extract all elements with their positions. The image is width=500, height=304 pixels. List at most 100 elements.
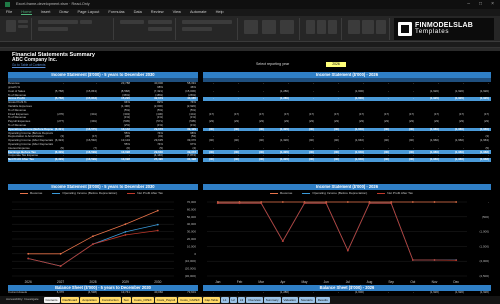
cell-styles-button[interactable] [280, 20, 294, 34]
number-format-select[interactable] [182, 20, 232, 24]
close-icon[interactable]: × [491, 1, 494, 8]
cell-value[interactable]: (1,968) [478, 158, 489, 161]
wrap-text-button[interactable] [148, 20, 172, 24]
cell-value[interactable]: (1,280) [278, 291, 289, 294]
sheet-tab-valuation[interactable]: Valuation [281, 297, 298, 303]
cell-value[interactable]: (1,920) [428, 291, 439, 294]
menu-review[interactable]: Review [151, 10, 164, 15]
sheet-tab-costs-capex[interactable]: Costs_CAPEX [178, 297, 202, 303]
menu-formulas[interactable]: Formulas [108, 10, 124, 15]
cell-value[interactable]: 13,741 [119, 291, 130, 294]
table-row: Current Assets 6,376 (4,538) 13,741 40,060 73… [8, 291, 198, 295]
sheet-tab-contents[interactable]: Contents [43, 297, 60, 303]
format-as-table-button[interactable] [262, 20, 276, 34]
sheet-tab-overview[interactable]: Overview [246, 297, 263, 303]
font-size-select[interactable] [80, 20, 92, 24]
cell-value[interactable]: (40) [228, 158, 239, 161]
menu-view[interactable]: View [173, 10, 181, 15]
sort-filter-button[interactable] [348, 20, 360, 34]
menu-file[interactable]: File [6, 10, 12, 15]
cell-value[interactable]: (40) [378, 158, 389, 161]
maximize-icon[interactable]: □ [479, 1, 482, 8]
y-tick-label: (20,000) [185, 267, 196, 271]
menu-draw[interactable]: Draw [59, 10, 68, 15]
insert-cells-button[interactable] [306, 20, 315, 34]
cell-value[interactable]: (4,538) [86, 291, 97, 294]
sheet-tab-costs-opex[interactable]: Costs_OPEX [131, 297, 154, 303]
cell-value[interactable]: - [203, 291, 214, 294]
data-point [455, 259, 458, 262]
font-family-select[interactable] [38, 20, 78, 24]
cell-value[interactable]: - [378, 291, 389, 294]
number-format-buttons[interactable] [182, 27, 212, 31]
row-values: 6,376 (4,538) 13,741 40,060 73,601 [53, 291, 198, 294]
cell-value[interactable]: - [328, 291, 339, 294]
menu-home[interactable]: Home [21, 9, 32, 16]
sheet-tab-acquisition[interactable]: Acquisition [80, 297, 99, 303]
sheet-tab-construction[interactable]: Construction [99, 297, 121, 303]
y-tick-label: (10,000) [185, 259, 196, 263]
data-point [411, 201, 414, 203]
sheet-tab-l1[interactable]: L1 [221, 297, 229, 303]
x-tick-label: 2028 [89, 280, 96, 284]
cell-value[interactable]: (40) [203, 158, 214, 161]
sheet-tab-costs-payroll[interactable]: Costs_Payroll [154, 297, 178, 303]
format-cells-button[interactable] [328, 20, 337, 34]
add-ins-button[interactable] [376, 20, 386, 34]
cell-value[interactable]: - [228, 291, 239, 294]
cell-value[interactable]: 25,490 [152, 158, 163, 161]
cell-value[interactable]: (1,600) [353, 291, 364, 294]
cell-value[interactable]: - [403, 291, 414, 294]
cell-value[interactable]: (1,960) [428, 158, 439, 161]
conditional-formatting-button[interactable] [244, 20, 258, 34]
cell-value[interactable]: (6,329) [53, 158, 64, 161]
cell-value[interactable]: 31,498 [185, 158, 196, 161]
reporting-year-input[interactable]: 2026 [326, 62, 346, 67]
sheet-tab-l3[interactable]: L3 [237, 297, 246, 303]
cell-value[interactable]: 40,060 [152, 291, 163, 294]
menu-page-layout[interactable]: Page Layout [78, 10, 100, 15]
menu-help[interactable]: Help [216, 10, 224, 15]
cell-value[interactable]: (40) [303, 158, 314, 161]
merge-center-button[interactable] [148, 27, 172, 31]
toc-link[interactable]: Go to Table of Contents [12, 63, 45, 68]
cell-value[interactable]: (40) [403, 158, 414, 161]
font-style-buttons[interactable] [38, 27, 68, 31]
cell-value[interactable]: (16,599) [86, 158, 97, 161]
cell-value[interactable]: (1,320) [278, 158, 289, 161]
cell-value[interactable]: (1,960) [453, 158, 464, 161]
cell-value[interactable]: - [303, 291, 314, 294]
sheet-tab-l2[interactable]: L2 [229, 297, 237, 303]
worksheet[interactable]: Financial Statements Summary ABC Company… [0, 48, 500, 296]
sheet-tab-dashboard[interactable]: Dashboard [60, 297, 80, 303]
menu-insert[interactable]: Insert [41, 10, 51, 15]
cell-value[interactable]: (1,640) [353, 158, 364, 161]
sheet-tab-summary[interactable]: Summary [263, 297, 281, 303]
align-buttons[interactable] [120, 20, 144, 24]
menu-automate[interactable]: Automate [190, 10, 207, 15]
sheet-tab-results[interactable]: Results [315, 297, 330, 303]
sheet-tab-sun[interactable]: Sun [121, 297, 131, 303]
cell-value[interactable]: 6,376 [53, 291, 64, 294]
sheet-tab-scenario[interactable]: Scenario [298, 297, 315, 303]
cut-button[interactable] [18, 20, 28, 23]
paste-button[interactable] [6, 20, 16, 32]
find-select-button[interactable] [362, 20, 374, 34]
copy-button[interactable] [18, 25, 28, 28]
menu-data[interactable]: Data [134, 10, 142, 15]
cell-value[interactable]: 73,601 [185, 291, 196, 294]
data-point [59, 265, 62, 267]
cell-value[interactable]: (40) [328, 158, 339, 161]
sheet-tab-cap-table[interactable]: Cap.Table [202, 297, 221, 303]
cell-value[interactable]: - [253, 291, 264, 294]
x-tick-label: 2027 [57, 280, 64, 284]
x-tick-label: Jan [215, 280, 220, 284]
monthly-chart-legend: Revenue Operating Income (Before Deprecia… [270, 191, 413, 195]
cell-value[interactable]: (1,920) [478, 291, 489, 294]
cell-value[interactable]: 13,098 [119, 158, 130, 161]
cell-value[interactable]: (40) [253, 158, 264, 161]
data-point [260, 202, 263, 205]
minimize-icon[interactable]: – [467, 1, 470, 8]
delete-cells-button[interactable] [317, 20, 326, 34]
cell-value[interactable]: (1,920) [453, 291, 464, 294]
